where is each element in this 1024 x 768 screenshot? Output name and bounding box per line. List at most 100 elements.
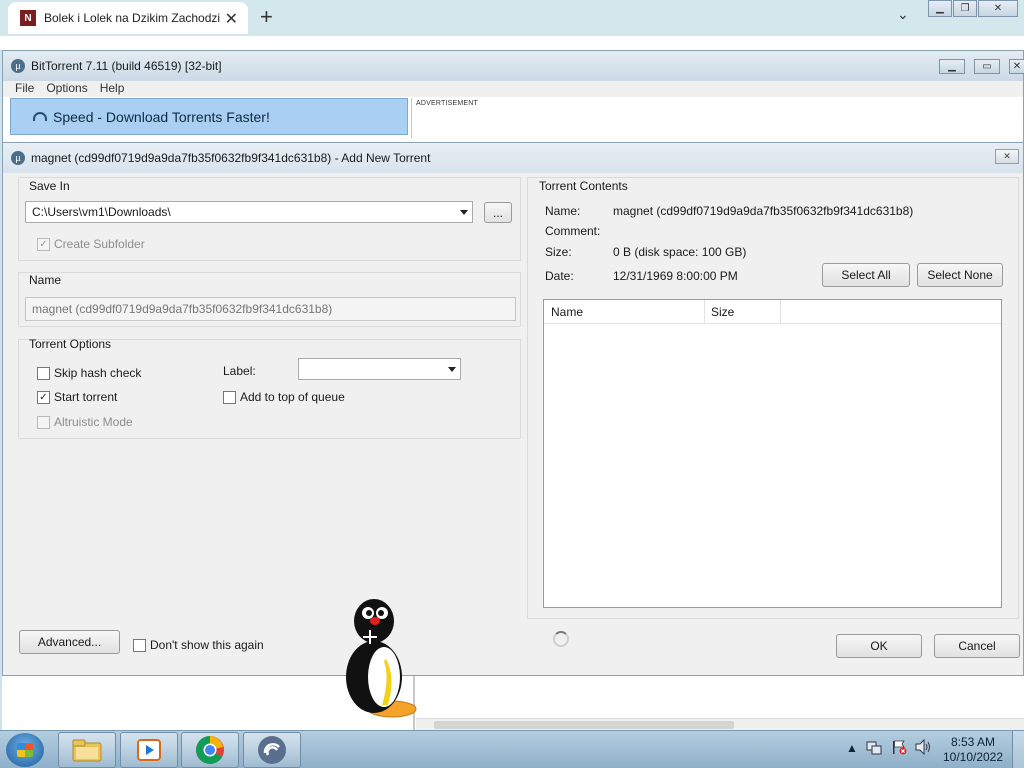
- bt-close-icon[interactable]: ✕: [1009, 59, 1024, 74]
- dont-show-again-checkbox[interactable]: Don't show this again: [133, 638, 264, 652]
- show-desktop-button[interactable]: [1012, 731, 1024, 768]
- contents-size-key: Size:: [545, 245, 572, 259]
- browser-tab[interactable]: N Bolek i Lolek na Dzikim Zachodzie ✕: [8, 2, 248, 34]
- label-combobox[interactable]: [298, 358, 461, 380]
- column-divider: [780, 300, 781, 323]
- create-subfolder-checkbox[interactable]: ✓ Create Subfolder: [37, 237, 145, 251]
- column-size-header[interactable]: Size: [711, 305, 734, 319]
- contents-comment-key: Comment:: [545, 224, 601, 238]
- folder-icon: [72, 739, 102, 762]
- browser-tab-strip: N Bolek i Lolek na Dzikim Zachodzie ✕ + …: [0, 0, 1024, 50]
- menu-options[interactable]: Options: [46, 81, 87, 97]
- start-torrent-check-icon: ✓: [37, 390, 50, 404]
- start-button[interactable]: [6, 733, 44, 767]
- advanced-button[interactable]: Advanced...: [19, 630, 120, 654]
- contents-date-key: Date:: [545, 269, 574, 283]
- contents-name-value: magnet (cd99df0719d9a9da7fb35f0632fb9f34…: [613, 204, 914, 218]
- skip-hash-check-checkbox[interactable]: Skip hash check: [37, 366, 141, 380]
- skip-hash-check-box-icon: [37, 366, 50, 380]
- horizontal-scrollbar[interactable]: [416, 718, 1024, 730]
- restore-icon[interactable]: ❐: [953, 0, 977, 17]
- column-name-header[interactable]: Name: [551, 305, 583, 319]
- name-section-label: Name: [29, 273, 62, 287]
- media-player-icon: [137, 739, 161, 761]
- column-divider: [704, 300, 705, 323]
- penguin-mascot-icon[interactable]: [344, 597, 418, 719]
- chrome-icon: [196, 736, 224, 764]
- torrent-options-label: Torrent Options: [29, 337, 112, 351]
- bittorrent-window-title: BitTorrent 7.11 (build 46519) [32-bit]: [31, 59, 222, 73]
- windows-logo-icon: [17, 743, 33, 757]
- close-icon[interactable]: ✕: [978, 0, 1018, 17]
- bittorrent-menubar: File Options Help: [3, 81, 1023, 97]
- taskbar-explorer[interactable]: [58, 732, 116, 768]
- taskbar-clock[interactable]: 8:53 AM 10/10/2022: [937, 735, 1009, 765]
- browse-button[interactable]: ...: [484, 202, 512, 223]
- dialog-logo-icon: µ: [11, 151, 25, 165]
- ok-button[interactable]: OK: [836, 634, 922, 658]
- speed-banner-text: Speed - Download Torrents Faster!: [53, 108, 270, 125]
- dialog-close-icon[interactable]: ✕: [995, 149, 1019, 164]
- files-list-header: Name Size: [544, 300, 1001, 324]
- select-none-button[interactable]: Select None: [917, 263, 1003, 287]
- dont-show-again-label: Don't show this again: [150, 638, 264, 652]
- start-torrent-label: Start torrent: [54, 390, 118, 404]
- tab-search-chevron-icon[interactable]: ⌄: [897, 6, 909, 23]
- clock-time: 8:53 AM: [950, 735, 996, 749]
- save-path-combobox[interactable]: C:\Users\vm1\Downloads\: [25, 201, 473, 223]
- menu-help[interactable]: Help: [100, 81, 125, 97]
- add-new-torrent-dialog: µ magnet (cd99df0719d9a9da7fb35f0632fb9f…: [2, 142, 1024, 676]
- torrent-contents-label: Torrent Contents: [539, 179, 628, 193]
- volume-icon[interactable]: [914, 738, 932, 758]
- bt-maximize-icon[interactable]: ▭: [974, 59, 1000, 74]
- ad-divider: [411, 98, 412, 138]
- start-torrent-checkbox[interactable]: ✓ Start torrent: [37, 390, 117, 404]
- bittorrent-titlebar: µ BitTorrent 7.11 (build 46519) [32-bit]…: [3, 51, 1024, 81]
- altruistic-mode-box-icon: [37, 415, 50, 429]
- torrent-files-list[interactable]: Name Size: [543, 299, 1002, 608]
- windows-taskbar: ▲ 8:53 AM 10/10/2022: [0, 730, 1024, 768]
- advertisement-label: ADVERTISEMENT: [416, 100, 478, 107]
- scrollbar-thumb[interactable]: [434, 721, 734, 729]
- add-to-top-checkbox[interactable]: Add to top of queue: [223, 390, 345, 404]
- bt-minimize-icon[interactable]: ▁: [939, 59, 965, 74]
- save-in-label: Save In: [29, 179, 70, 193]
- label-chevron-down-icon: [448, 367, 456, 372]
- tray-expand-icon[interactable]: ▲: [846, 741, 858, 755]
- address-bar-strip: [0, 36, 1024, 50]
- create-subfolder-label: Create Subfolder: [54, 237, 145, 251]
- contents-size-value: 0 B (disk space: 100 GB): [613, 245, 747, 259]
- contents-comment-row: Comment:: [545, 224, 613, 238]
- label-field-label: Label:: [223, 364, 256, 378]
- bittorrent-icon: [258, 736, 286, 764]
- speedometer-icon: [33, 112, 47, 121]
- chevron-down-icon: [460, 210, 468, 215]
- browser-tab-title: Bolek i Lolek na Dzikim Zachodzie: [44, 11, 220, 25]
- action-center-flag-icon[interactable]: [891, 739, 907, 758]
- add-to-top-box-icon: [223, 390, 236, 404]
- contents-name-key: Name:: [545, 204, 581, 218]
- loading-spinner-icon: [553, 631, 569, 647]
- contents-date-value: 12/31/1969 8:00:00 PM: [613, 269, 738, 283]
- minimize-icon[interactable]: ▁: [928, 0, 952, 17]
- taskbar-chrome[interactable]: [181, 732, 239, 768]
- select-all-button[interactable]: Select All: [822, 263, 910, 287]
- dialog-titlebar: µ magnet (cd99df0719d9a9da7fb35f0632fb9f…: [3, 143, 1023, 173]
- menu-file[interactable]: File: [15, 81, 34, 97]
- site-favicon: N: [20, 10, 36, 26]
- new-tab-button[interactable]: +: [260, 4, 273, 30]
- dialog-title: magnet (cd99df0719d9a9da7fb35f0632fb9f34…: [31, 151, 431, 165]
- contents-name-row: Name: magnet (cd99df0719d9a9da7fb35f0632…: [545, 204, 913, 218]
- torrent-name-field[interactable]: magnet (cd99df0719d9a9da7fb35f0632fb9f34…: [25, 297, 516, 321]
- save-path-value: C:\Users\vm1\Downloads\: [32, 205, 171, 219]
- tab-close-icon[interactable]: ✕: [225, 9, 238, 29]
- skip-hash-check-label: Skip hash check: [54, 366, 142, 380]
- taskbar-bittorrent[interactable]: [243, 732, 301, 768]
- network-icon[interactable]: [866, 739, 882, 758]
- altruistic-mode-checkbox[interactable]: Altruistic Mode: [37, 415, 133, 429]
- create-subfolder-check-icon: ✓: [37, 237, 50, 251]
- cancel-button[interactable]: Cancel: [934, 634, 1020, 658]
- taskbar-media-player[interactable]: [120, 732, 178, 768]
- speed-banner[interactable]: Speed - Download Torrents Faster!: [10, 98, 408, 135]
- contents-size-row: Size: 0 B (disk space: 100 GB): [545, 245, 746, 259]
